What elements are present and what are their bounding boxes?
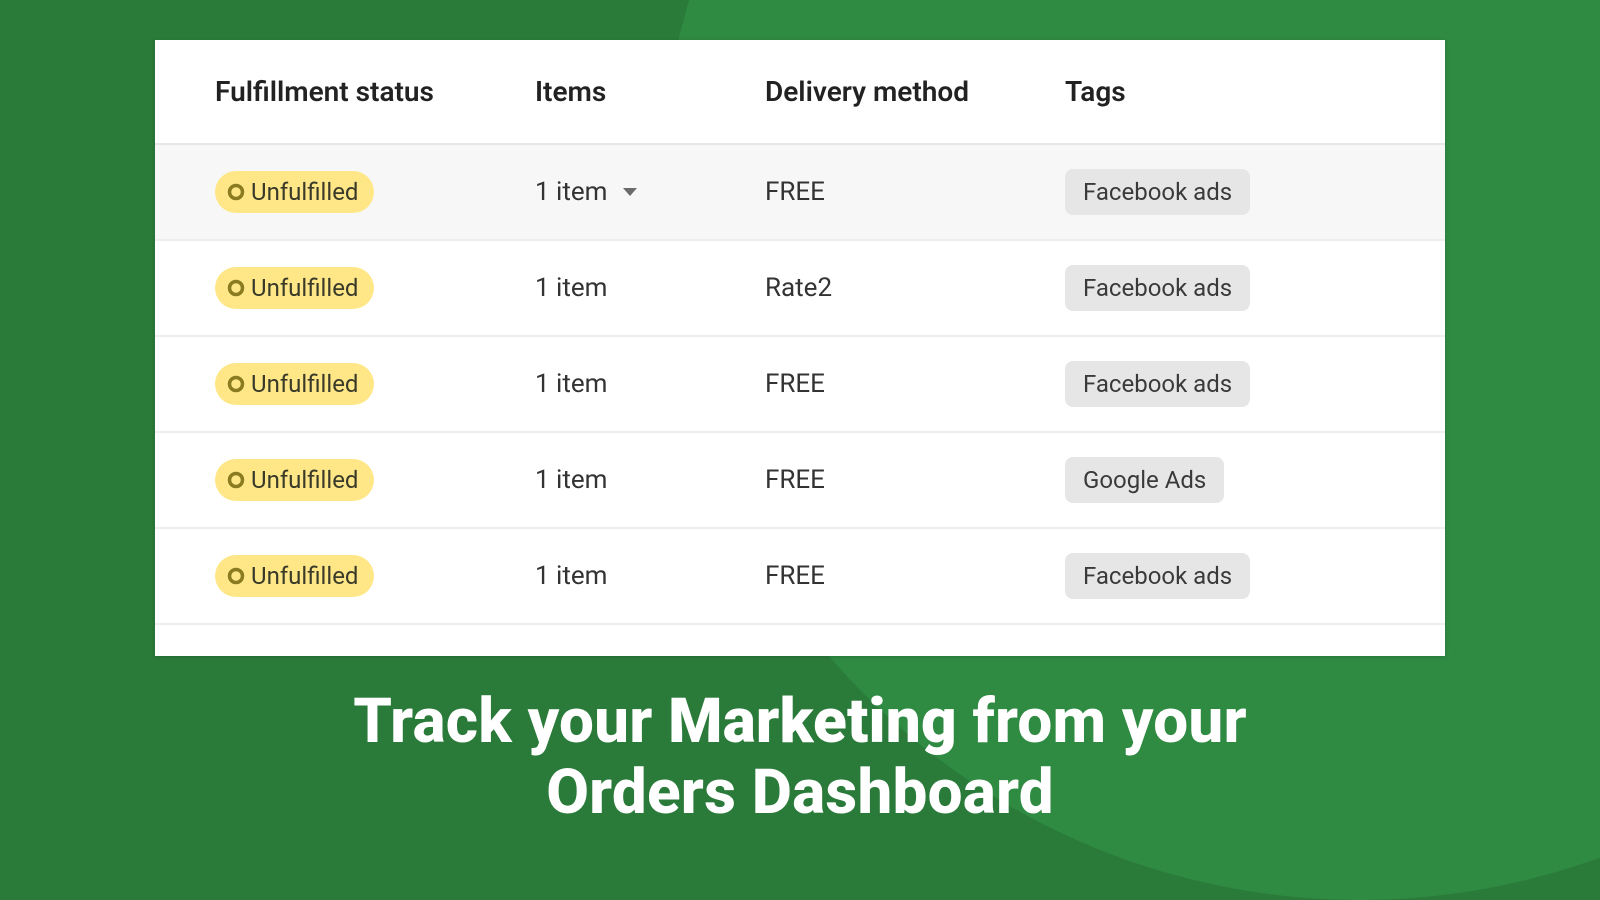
items-count-label: 1 item — [535, 465, 607, 495]
fulfillment-status-pill: Unfulfilled — [215, 459, 374, 501]
headline-prefix: Track your — [353, 685, 668, 758]
tag-label: Facebook ads — [1083, 274, 1232, 302]
tag-label: Facebook ads — [1083, 178, 1232, 206]
delivery-method-label: FREE — [765, 369, 1065, 399]
items-cell[interactable]: 1 item — [535, 273, 765, 303]
unfulfilled-icon — [227, 567, 245, 585]
tag-chip[interactable]: Google Ads — [1065, 457, 1224, 503]
headline-line-2: Orders Dashboard — [140, 757, 1460, 828]
col-header-delivery[interactable]: Delivery method — [765, 75, 1065, 108]
delivery-method-label: FREE — [765, 465, 1065, 495]
tag-chip[interactable]: Facebook ads — [1065, 361, 1250, 407]
items-cell[interactable]: 1 item — [535, 465, 765, 495]
delivery-method-label: FREE — [765, 561, 1065, 591]
headline-emph: Marketing — [668, 685, 957, 758]
unfulfilled-icon — [227, 279, 245, 297]
items-cell[interactable]: 1 item — [535, 561, 765, 591]
fulfillment-status-label: Unfulfilled — [251, 178, 358, 206]
headline-line-1: Track your Marketing from your — [140, 686, 1460, 757]
fulfillment-status-pill: Unfulfilled — [215, 267, 374, 309]
col-header-tags[interactable]: Tags — [1065, 75, 1385, 108]
fulfillment-status-label: Unfulfilled — [251, 274, 358, 302]
fulfillment-status-pill: Unfulfilled — [215, 555, 374, 597]
table-header-row: Fulfillment status Items Delivery method… — [155, 40, 1445, 145]
table-row[interactable]: Unfulfilled 1 item FREE Facebook ads — [155, 529, 1445, 625]
delivery-method-label: Rate2 — [765, 273, 1065, 303]
items-cell[interactable]: 1 item — [535, 369, 765, 399]
fulfillment-status-pill: Unfulfilled — [215, 171, 374, 213]
tag-label: Facebook ads — [1083, 562, 1232, 590]
tag-label: Facebook ads — [1083, 370, 1232, 398]
tag-chip[interactable]: Facebook ads — [1065, 553, 1250, 599]
table-row[interactable]: Unfulfilled 1 item FREE Facebook ads — [155, 145, 1445, 241]
col-header-items[interactable]: Items — [535, 75, 765, 108]
col-header-fulfillment[interactable]: Fulfillment status — [215, 75, 535, 108]
table-row[interactable]: Unfulfilled 1 item Rate2 Facebook ads — [155, 241, 1445, 337]
items-cell[interactable]: 1 item — [535, 177, 765, 207]
tag-label: Google Ads — [1083, 466, 1206, 494]
table-row[interactable]: Unfulfilled 1 item FREE Facebook ads — [155, 337, 1445, 433]
fulfillment-status-label: Unfulfilled — [251, 466, 358, 494]
unfulfilled-icon — [227, 471, 245, 489]
table-body: Unfulfilled 1 item FREE Facebook ads Unf… — [155, 145, 1445, 625]
items-count-label: 1 item — [535, 273, 607, 303]
headline-mid: from your — [957, 685, 1247, 758]
unfulfilled-icon — [227, 375, 245, 393]
table-row[interactable]: Unfulfilled 1 item FREE Google Ads — [155, 433, 1445, 529]
promo-headline: Track your Marketing from your Orders Da… — [0, 686, 1600, 829]
fulfillment-status-label: Unfulfilled — [251, 370, 358, 398]
tag-chip[interactable]: Facebook ads — [1065, 265, 1250, 311]
items-count-label: 1 item — [535, 177, 607, 207]
items-count-label: 1 item — [535, 561, 607, 591]
caret-down-icon — [621, 185, 639, 199]
unfulfilled-icon — [227, 183, 245, 201]
fulfillment-status-label: Unfulfilled — [251, 562, 358, 590]
tag-chip[interactable]: Facebook ads — [1065, 169, 1250, 215]
delivery-method-label: FREE — [765, 177, 1065, 207]
fulfillment-status-pill: Unfulfilled — [215, 363, 374, 405]
items-count-label: 1 item — [535, 369, 607, 399]
orders-table-panel: Fulfillment status Items Delivery method… — [155, 40, 1445, 656]
